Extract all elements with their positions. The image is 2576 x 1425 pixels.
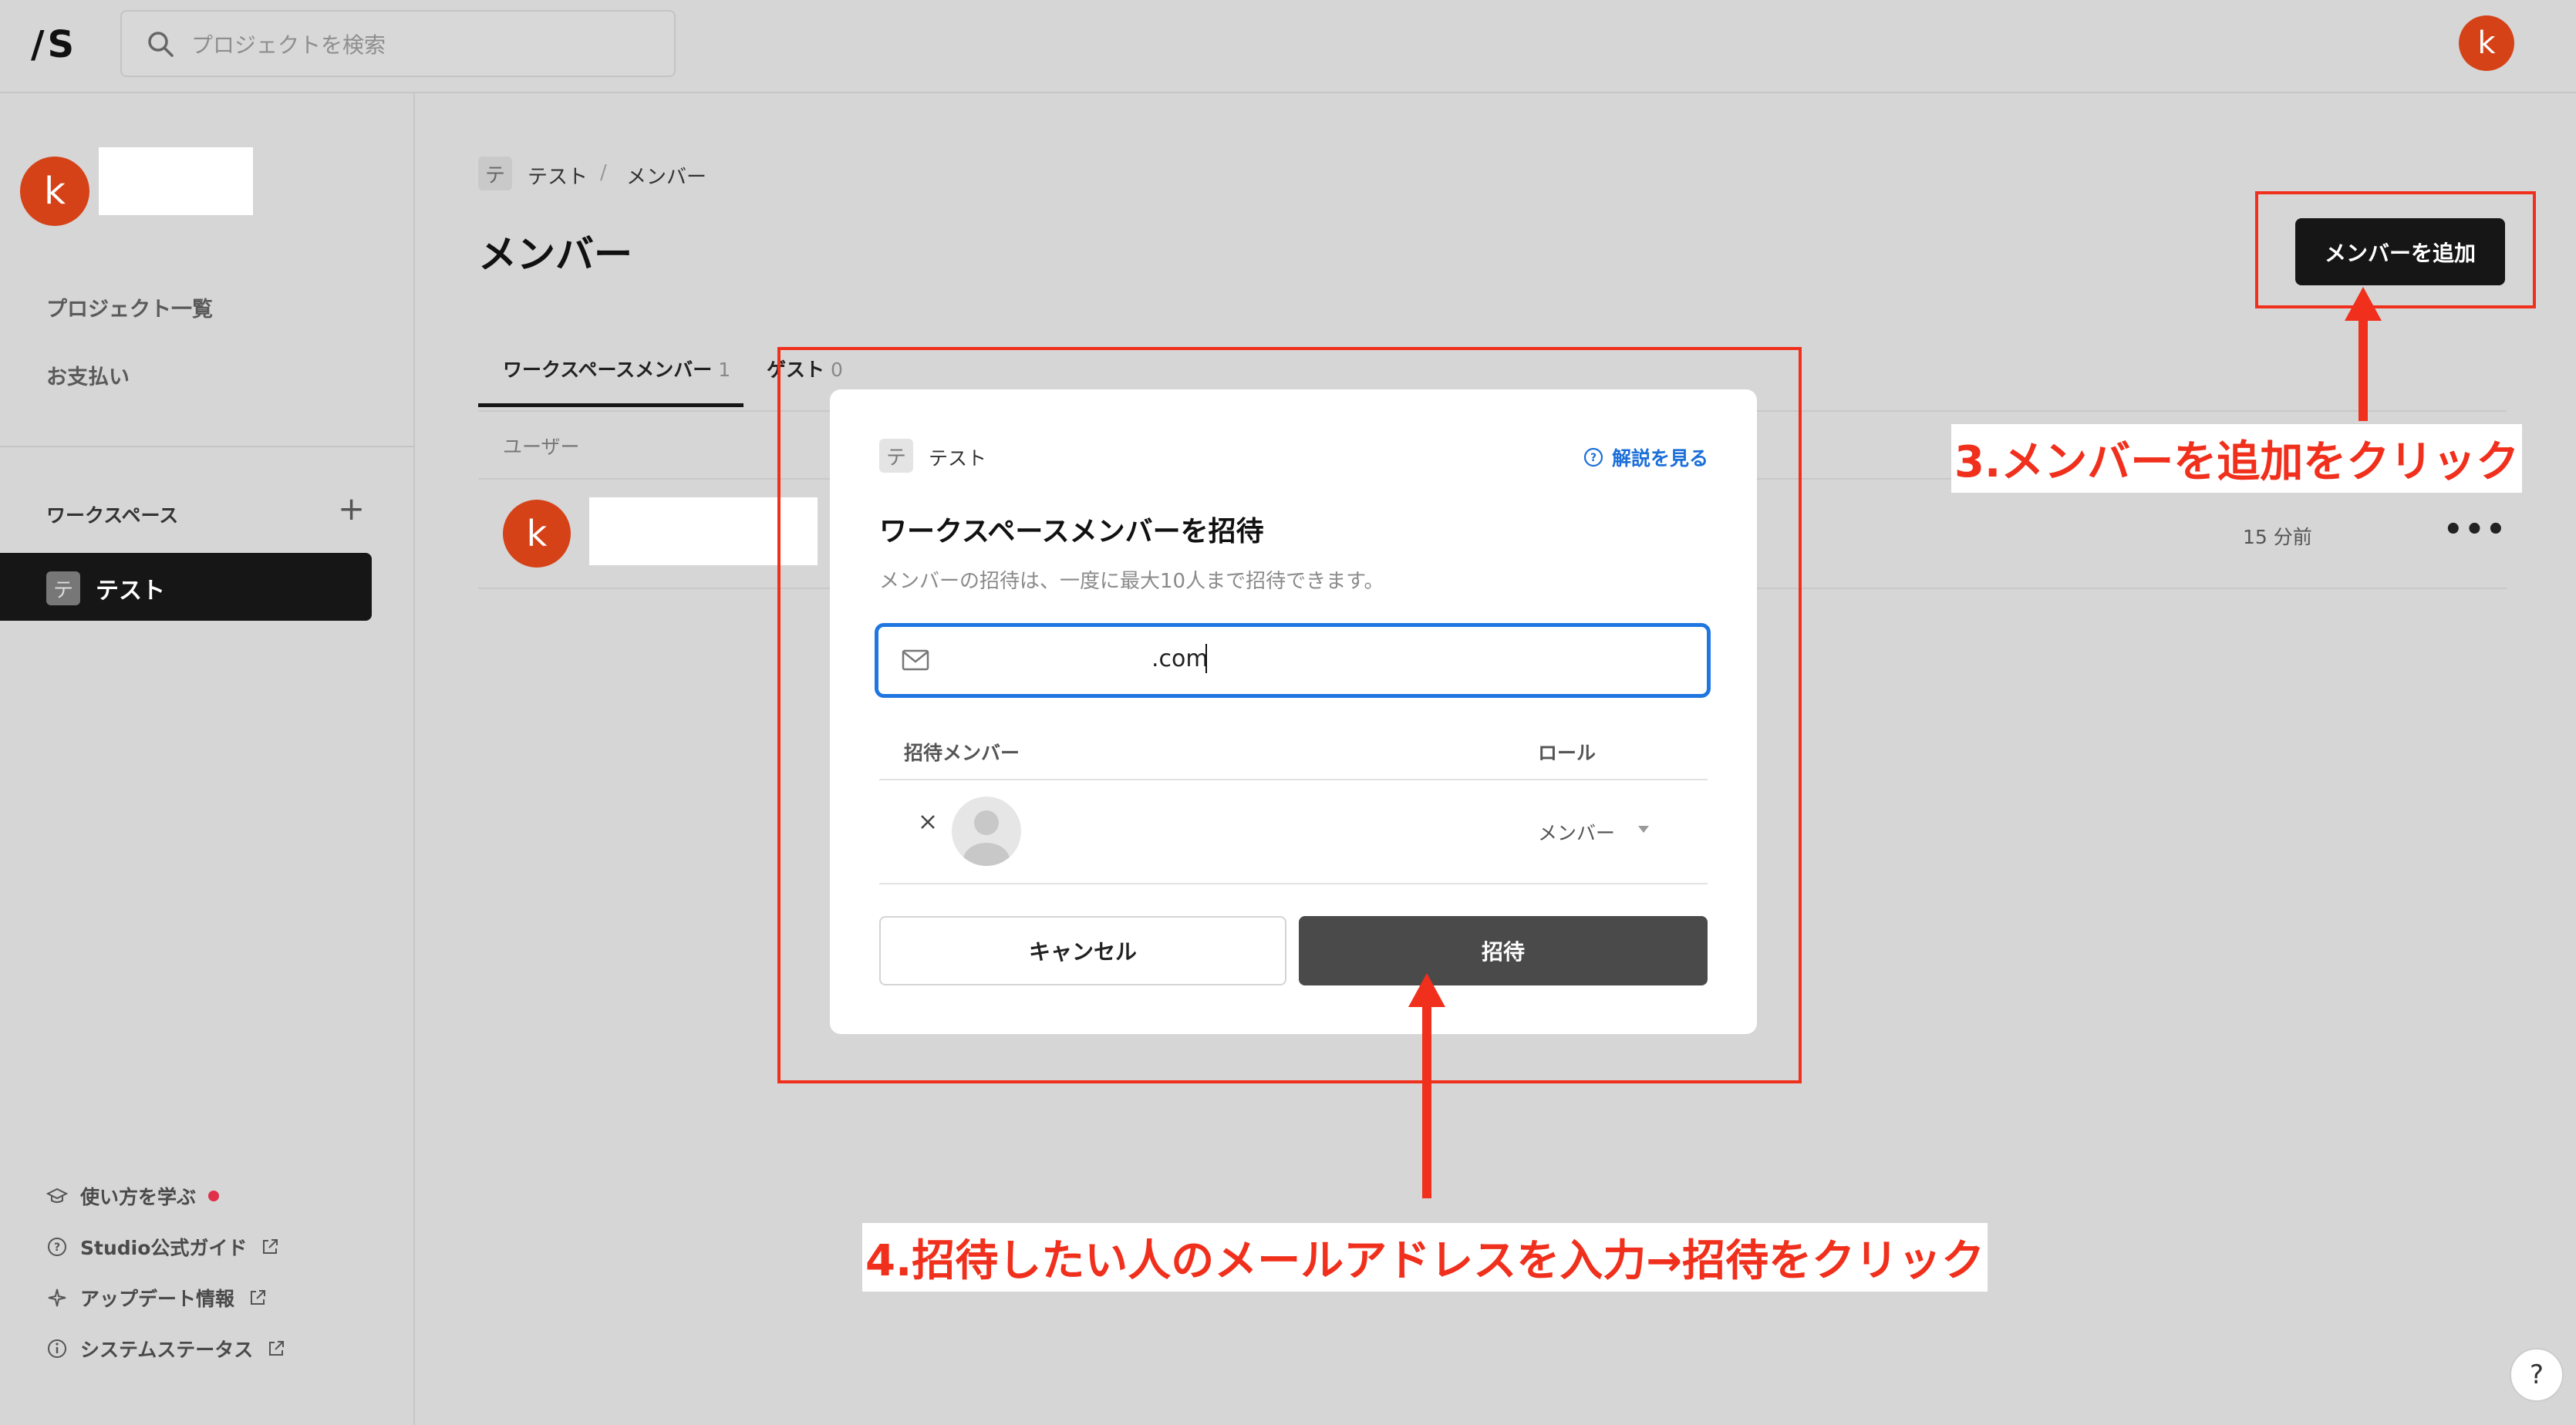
arrow-up-step4 [1408,973,1445,1007]
question-circle-icon: ? [48,1238,66,1256]
learn-label: 使い方を学ぶ [80,1186,197,1208]
tab-workspace-members[interactable]: ワークスペースメンバー 1 [503,355,730,382]
page-title: メンバー [478,232,632,277]
user-avatar[interactable]: k [2459,15,2514,71]
notification-dot [208,1191,220,1201]
workspace-icon: テ [46,571,80,605]
annotation-step3: 3.メンバーを追加をクリック [1951,424,2523,493]
info-circle-icon [48,1339,66,1358]
more-options-button[interactable]: ••• [2443,512,2507,547]
sidebar-item-projects[interactable]: プロジェクト一覧 [46,292,213,322]
arrow-shaft-step3 [2359,318,2368,421]
member-avatar: k [503,500,571,568]
highlight-add-member [2255,191,2536,308]
column-header-user: ユーザー [503,436,580,458]
workspace-label: テスト [96,578,165,605]
sidebar-item-workspace-test[interactable]: テ テスト [0,553,372,621]
search-input[interactable]: プロジェクトを検索 [120,10,676,77]
graduation-cap-icon [46,1188,68,1203]
updates-link[interactable]: アップデート情報 [46,1284,268,1312]
status-label: システムステータス [80,1339,254,1361]
breadcrumb-separator: / [600,161,607,184]
highlight-invite-dialog [777,347,1802,1083]
guide-link[interactable]: ? Studio公式ガイド [46,1233,281,1261]
annotation-step4: 4.招待したい人のメールアドレスを入力→招待をクリック [862,1223,1988,1292]
sidebar-item-billing[interactable]: お支払い [46,360,130,390]
help-button[interactable]: ? [2510,1348,2564,1402]
workspace-heading: ワークスペース [46,504,179,527]
svg-text:?: ? [54,1241,60,1254]
external-link-icon [251,1290,266,1305]
tab-count: 1 [718,359,731,381]
breadcrumb-workspace-icon: テ [478,157,512,190]
external-link-icon [263,1239,278,1254]
status-link[interactable]: システムステータス [46,1335,287,1363]
updates-label: アップデート情報 [80,1288,235,1310]
arrow-up-step3 [2345,287,2382,321]
breadcrumb-workspace[interactable]: テスト [528,161,588,190]
sidebar: k プロジェクト一覧 お支払い ワークスペース + テ テスト 使い方を学ぶ ?… [0,93,415,1425]
tab-label: ワークスペースメンバー [503,359,713,381]
search-icon [148,32,174,57]
add-workspace-button[interactable]: + [338,490,365,527]
sidebar-divider [0,446,413,447]
arrow-shaft-step4 [1422,1004,1431,1198]
account-avatar[interactable]: k [20,157,89,226]
breadcrumb-current: メンバー [626,166,707,189]
active-tab-indicator [478,403,743,407]
member-last-active: 15 分前 [2243,526,2312,548]
sparkle-icon [48,1289,66,1307]
top-bar: /S プロジェクトを検索 k [0,0,2576,93]
account-name-redacted [99,147,253,215]
guide-label: Studio公式ガイド [80,1237,248,1259]
studio-logo[interactable]: /S [31,23,77,66]
external-link-icon [269,1341,285,1356]
learn-link[interactable]: 使い方を学ぶ [46,1182,220,1210]
search-placeholder: プロジェクトを検索 [191,32,386,58]
